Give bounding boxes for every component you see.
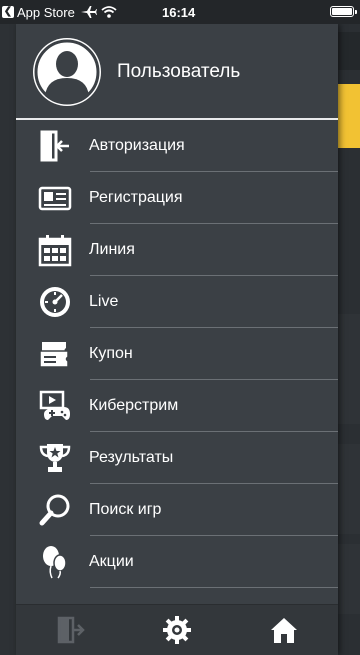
settings-gear-icon <box>162 616 191 644</box>
menu-item-registration[interactable]: Регистрация <box>16 172 338 224</box>
navigation-drawer: Пользователь Авторизация Регистрация Лин… <box>16 24 338 655</box>
menu-item-results[interactable]: Результаты <box>16 432 338 484</box>
login-button[interactable] <box>50 610 90 650</box>
menu-item-label: Поиск игр <box>89 501 162 518</box>
battery-level-fill <box>332 8 352 15</box>
menu-item-cyberstream[interactable]: Киберстрим <box>16 380 338 432</box>
menu-item-label: Результаты <box>89 449 174 466</box>
user-name[interactable]: Пользователь <box>117 61 240 83</box>
battery-tip <box>355 10 357 14</box>
gamepad-screen-icon <box>37 388 73 424</box>
menu-item-line[interactable]: Линия <box>16 224 338 276</box>
back-to-app-icon[interactable]: ❮ <box>2 6 14 18</box>
avatar[interactable] <box>33 38 101 106</box>
wifi-icon <box>101 6 117 18</box>
bg-card <box>338 444 360 534</box>
stopwatch-icon <box>37 284 73 320</box>
drawer-bottom-bar <box>16 604 338 655</box>
tickets-icon <box>37 336 73 372</box>
menu-item-label: Акции <box>89 553 134 570</box>
magnifier-icon <box>37 492 73 528</box>
underlying-app-right-edge <box>338 24 360 655</box>
user-silhouette-icon <box>34 39 100 105</box>
back-app-label[interactable]: App Store <box>17 5 75 20</box>
drawer-menu: Авторизация Регистрация Линия Live Купон… <box>16 120 338 588</box>
airplane-mode-icon <box>80 6 97 18</box>
bg-card <box>338 314 360 424</box>
status-time: 16:14 <box>162 4 196 20</box>
battery-icon <box>330 6 357 17</box>
bg-card <box>338 544 360 614</box>
menu-item-game-search[interactable]: Поиск игр <box>16 484 338 536</box>
menu-item-label: Киберстрим <box>89 397 179 414</box>
menu-item-label: Купон <box>89 345 133 362</box>
menu-item-label: Live <box>89 293 119 310</box>
menu-item-label: Авторизация <box>89 137 185 154</box>
id-card-icon <box>37 180 73 216</box>
bg-accent-block <box>338 84 360 148</box>
settings-button[interactable] <box>157 610 197 650</box>
login-icon <box>57 616 85 644</box>
trophy-icon <box>37 440 73 476</box>
menu-item-promotions[interactable]: Акции <box>16 536 338 588</box>
menu-item-authorization[interactable]: Авторизация <box>16 120 338 172</box>
menu-item-label: Регистрация <box>89 189 183 206</box>
menu-item-coupon[interactable]: Купон <box>16 328 338 380</box>
login-icon <box>37 128 73 164</box>
drawer-header: Пользователь <box>16 24 338 120</box>
underlying-app-left-edge <box>0 24 16 655</box>
home-icon <box>271 618 298 643</box>
calendar-icon <box>37 232 73 268</box>
status-bar: ❮ App Store 16:14 <box>0 0 360 24</box>
home-button[interactable] <box>264 610 304 650</box>
bg-header-strip <box>338 32 360 70</box>
menu-item-label: Линия <box>89 241 135 258</box>
menu-item-live[interactable]: Live <box>16 276 338 328</box>
balloons-icon <box>37 544 73 580</box>
menu-divider <box>90 587 338 588</box>
